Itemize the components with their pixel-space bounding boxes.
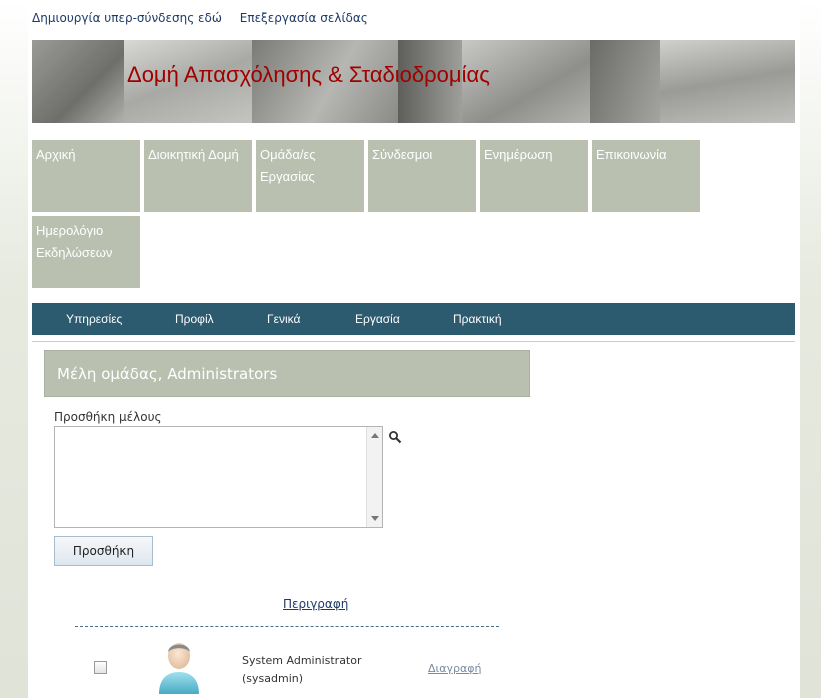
right-gradient-margin [800, 0, 821, 698]
nav-item-services[interactable]: Υπηρεσίες [66, 312, 122, 326]
menu-tile-links[interactable]: Σύνδεσμοι [368, 140, 476, 212]
menu-tile-work-groups[interactable]: Ομάδα/ες Εργασίας [256, 140, 364, 212]
top-links: Δημιουργία υπερ-σύνδεσης εδώ Επεξεργασία… [32, 11, 382, 25]
add-member-input[interactable] [54, 426, 383, 528]
table-header-divider [75, 626, 499, 627]
scroll-up-arrow-icon[interactable] [371, 433, 379, 438]
member-name: System Administrator (sysadmin) [242, 652, 362, 688]
delete-member-link[interactable]: Διαγραφή [428, 662, 481, 675]
banner-title: Δομή Απασχόλησης & Σταδιοδρομίας [127, 62, 490, 87]
member-display-name: System Administrator [242, 654, 362, 667]
site-banner: Δομή Απασχόλησης & Σταδιοδρομίας [32, 40, 795, 123]
page-container: Δημιουργία υπερ-σύνδεσης εδώ Επεξεργασία… [28, 0, 800, 698]
nav-item-internship[interactable]: Πρακτική [453, 312, 502, 326]
create-hyperlink-link[interactable]: Δημιουργία υπερ-σύνδεσης εδώ [32, 11, 222, 25]
group-members-header: Μέλη ομάδας, Administrators [44, 350, 530, 397]
member-select-checkbox[interactable] [94, 661, 107, 674]
menu-tile-home[interactable]: Αρχική [32, 140, 140, 212]
nav-item-general[interactable]: Γενικά [267, 312, 300, 326]
menu-tile-news[interactable]: Ενημέρωση [480, 140, 588, 212]
nav-item-profile[interactable]: Προφίλ [175, 312, 214, 326]
user-avatar-icon [159, 643, 199, 694]
nav-divider [32, 341, 795, 342]
menu-tile-contact[interactable]: Επικοινωνία [592, 140, 700, 212]
menu-tile-administration[interactable]: Διοικητική Δομή [144, 140, 252, 212]
textarea-scrollbar[interactable] [366, 427, 382, 527]
description-column-header[interactable]: Περιγραφή [283, 597, 348, 611]
scroll-down-arrow-icon[interactable] [371, 516, 379, 521]
add-member-label: Προσθήκη μέλους [54, 410, 162, 424]
magnifier-icon[interactable] [388, 430, 402, 444]
menu-tile-events-calendar[interactable]: Ημερολόγιο Εκδηλώσεων [32, 216, 140, 288]
member-username: (sysadmin) [242, 672, 304, 685]
left-gradient-margin [0, 0, 28, 698]
edit-page-link[interactable]: Επεξεργασία σελίδας [240, 11, 368, 25]
top-nav-bar: Υπηρεσίες Προφίλ Γενικά Εργασία Πρακτική [32, 303, 795, 335]
add-member-button[interactable]: Προσθήκη [54, 536, 153, 566]
nav-item-work[interactable]: Εργασία [355, 312, 400, 326]
